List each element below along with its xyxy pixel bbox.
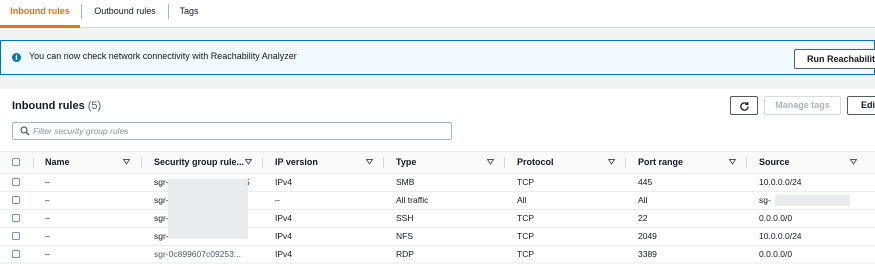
cell-name: – xyxy=(45,177,50,187)
sort-caret-icon[interactable] xyxy=(850,159,857,165)
cell-rule-id: sgr- xyxy=(154,195,169,205)
column-header-protocol[interactable]: Protocol xyxy=(517,152,554,173)
cell-ip-version: IPv4 xyxy=(275,177,293,187)
column-divider xyxy=(33,157,34,168)
sort-caret-icon[interactable] xyxy=(487,159,494,165)
cell-ip-version: IPv4 xyxy=(275,213,293,223)
cell-source: 10.0.0.0/24 xyxy=(759,231,802,241)
cell-type: RDP xyxy=(396,249,414,259)
column-header-type[interactable]: Type xyxy=(396,152,416,173)
table-row[interactable]: – sgr- 5 IPv4 SMB TCP 445 10.0.0.0/24 xyxy=(0,174,875,192)
cell-rule-id: sgr- xyxy=(154,213,169,223)
run-reachability-button[interactable]: Run Reachability xyxy=(794,49,875,69)
column-divider xyxy=(504,157,505,168)
cell-type: NFS xyxy=(396,231,413,241)
info-banner: i You can now check network connectivity… xyxy=(0,40,875,75)
tab-tags[interactable]: Tags xyxy=(169,0,209,27)
row-checkbox[interactable] xyxy=(12,214,20,222)
edit-button[interactable]: Edit xyxy=(847,96,875,115)
column-header-source[interactable]: Source xyxy=(759,152,790,173)
tab-outbound-rules[interactable]: Outbound rules xyxy=(82,0,168,27)
cell-rule-id: sgr-0c899607c09253... xyxy=(154,249,241,259)
cell-source: 0.0.0.0/0 xyxy=(759,249,793,259)
cell-ip-version: IPv4 xyxy=(275,249,293,259)
column-divider xyxy=(262,157,263,168)
cell-protocol: TCP xyxy=(517,177,534,187)
table-row[interactable]: – sgr- – All traffic All All sg- xyxy=(0,192,875,210)
column-header-rule-id[interactable]: Security group rule... xyxy=(154,152,244,173)
tab-inbound-rules[interactable]: Inbound rules xyxy=(0,0,80,28)
cell-name: – xyxy=(45,249,50,259)
search-field[interactable] xyxy=(12,122,452,140)
cell-source: sg- xyxy=(759,195,771,205)
sort-caret-icon[interactable] xyxy=(245,159,252,165)
row-checkbox[interactable] xyxy=(12,250,20,258)
table-row[interactable]: – sgr- IPv4 SSH TCP 22 0.0.0.0/0 xyxy=(0,210,875,228)
refresh-button[interactable] xyxy=(730,96,758,115)
cell-ip-version: – xyxy=(275,195,280,205)
column-divider xyxy=(141,157,142,168)
column-divider xyxy=(625,157,626,168)
cell-protocol: All xyxy=(517,195,527,205)
cell-ip-version: IPv4 xyxy=(275,231,293,241)
rule-count: (5) xyxy=(87,100,102,112)
cell-rule-id: sgr- xyxy=(154,231,169,241)
row-checkbox[interactable] xyxy=(12,196,20,204)
cell-port-range: 445 xyxy=(638,177,653,187)
cell-type: SSH xyxy=(396,213,414,223)
row-checkbox[interactable] xyxy=(12,232,20,240)
manage-tags-button[interactable]: Manage tags xyxy=(764,96,841,115)
column-divider xyxy=(383,157,384,168)
refresh-icon xyxy=(740,102,749,111)
banner-message: You can now check network connectivity w… xyxy=(29,51,297,61)
column-header-port-range[interactable]: Port range xyxy=(638,152,683,173)
cell-port-range: 22 xyxy=(638,213,648,223)
cell-source: 10.0.0.0/24 xyxy=(759,177,802,187)
select-all-checkbox[interactable] xyxy=(12,158,20,166)
sort-caret-icon[interactable] xyxy=(729,159,736,165)
cell-name: – xyxy=(45,231,50,241)
panel-title: Inbound rules (5) xyxy=(12,100,101,112)
cell-type: All traffic xyxy=(396,195,429,205)
sort-caret-icon[interactable] xyxy=(366,159,373,165)
cell-name: – xyxy=(45,213,50,223)
cell-protocol: TCP xyxy=(517,231,534,241)
cell-source: 0.0.0.0/0 xyxy=(759,213,793,223)
sort-caret-icon[interactable] xyxy=(123,159,130,165)
cell-name: – xyxy=(45,195,50,205)
cell-port-range: All xyxy=(638,195,648,205)
inbound-rules-panel: Inbound rules(5) Manage tags Edit Name S… xyxy=(0,89,875,262)
redaction-block xyxy=(168,179,248,239)
cell-type: SMB xyxy=(396,177,415,187)
cell-port-range: 3389 xyxy=(638,249,657,259)
cell-protocol: TCP xyxy=(517,249,534,259)
table-row[interactable]: – sgr-0c899607c09253... IPv4 RDP TCP 338… xyxy=(0,246,875,264)
table-row[interactable]: – sgr- IPv4 NFS TCP 2049 10.0.0.0/24 xyxy=(0,228,875,246)
redaction-block xyxy=(775,195,850,206)
table-header: Name Security group rule... IP version T… xyxy=(0,151,875,174)
sort-caret-icon[interactable] xyxy=(608,159,615,165)
column-header-ip-version[interactable]: IP version xyxy=(275,152,318,173)
panel-title-text: Inbound rules xyxy=(12,100,85,112)
column-header-name[interactable]: Name xyxy=(45,152,70,173)
column-divider xyxy=(746,157,747,168)
cell-protocol: TCP xyxy=(517,213,534,223)
row-checkbox[interactable] xyxy=(12,178,20,186)
search-input[interactable] xyxy=(33,124,433,138)
cell-port-range: 2049 xyxy=(638,231,657,241)
tab-bar: Inbound rules Outbound rules Tags xyxy=(0,0,875,28)
info-icon: i xyxy=(12,53,21,62)
search-icon xyxy=(20,126,30,136)
cell-rule-id: sgr- xyxy=(154,177,169,187)
